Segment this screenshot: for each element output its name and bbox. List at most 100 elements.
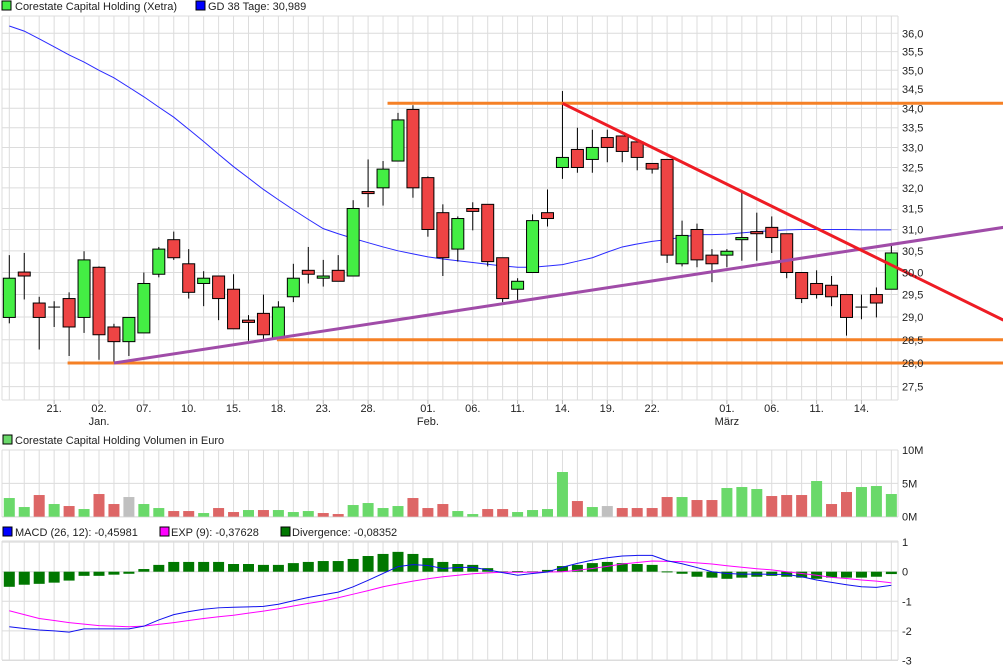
divergence-bar [377,553,389,572]
volume-bar [646,508,658,517]
divergence-bar [108,571,120,575]
legend-label-ma: GD 38 Tage: 30,989 [208,1,306,13]
volume-bar [33,495,45,517]
volume-bar [691,500,703,517]
volume-bar [392,506,404,517]
legend-label-volume: Corestate Capital Holding Volumen in Eur… [15,435,224,447]
volume-bar [213,508,225,517]
date-tick-label: 02. [91,403,106,415]
date-tick-label: 14. [555,403,570,415]
candle-body [346,207,360,277]
candle-body [570,148,584,168]
volume-bar [108,504,120,517]
downtrend-line [561,101,1003,322]
volume-bar [168,511,180,517]
volume-bar [437,504,449,517]
macd-tick-label: 0 [902,567,908,579]
candle-body [182,263,196,293]
macd-legend: MACD (26, 12): -0,45981 EXP (9): -0,3762… [2,526,397,539]
volume-bar [48,504,60,517]
month-label: März [715,416,739,428]
volume-bar [616,508,628,517]
volume-bar [302,511,314,517]
candle-body [750,231,764,235]
volume-bar [661,497,673,517]
macd-line [9,554,892,633]
price-tick-label: 32,5 [902,162,923,174]
divergence-bar [885,571,897,575]
divergence-bar [123,571,135,574]
candle-body [466,207,480,212]
date-tick-label: 22. [645,403,660,415]
candle-body [197,277,211,284]
volume-bar [527,510,539,517]
divergence-bar [691,571,703,577]
price-legend: Corestate Capital Holding (Xetra) GD 38 … [1,0,306,13]
macd-tick-label: -2 [902,626,912,638]
date-tick-label: 07. [136,403,151,415]
candle-body [600,137,614,148]
divergence-bar [138,569,150,572]
candle-body [780,233,794,274]
date-tick-label: 21. [47,403,62,415]
volume-bar [287,512,299,517]
volume-bar [855,487,867,517]
divergence-bar [317,561,329,572]
volume-bar [198,513,210,517]
divergence-bar [168,561,180,572]
volume-bar [153,508,165,517]
price-tick-label: 30,0 [902,268,923,280]
candle-body [167,239,181,259]
candle-body [645,162,659,170]
candle-body [615,135,629,152]
date-tick-label: 18. [271,403,286,415]
candle-body [32,302,46,318]
macd-tick-label: 1 [902,537,908,549]
date-tick-label: 28. [360,403,375,415]
candle-body [825,284,839,298]
divergence-bar [243,564,254,572]
volume-bar [870,486,882,517]
volume-bar [362,503,374,517]
legend-label-price: Corestate Capital Holding (Xetra) [15,1,177,13]
divergence-bar [362,556,374,572]
candle-body [526,220,540,274]
candle-body [107,326,121,343]
price-tick-label: 27,5 [902,382,923,394]
date-tick-label: 19. [600,403,615,415]
legend-label-exp: EXP (9): -0,37628 [171,527,259,539]
candle-body [720,250,734,256]
divergence-bar [198,561,210,572]
candle-body [869,294,883,304]
candle-body [391,119,405,162]
price-tick-label: 33,5 [902,123,923,135]
candle-body [630,141,644,158]
candle-body [421,177,435,230]
volume-bar [317,513,329,517]
candle-body [660,158,674,256]
volume-bar [706,500,718,517]
legend-swatch-price [1,0,12,11]
divergence-bar [437,561,449,572]
price-tick-label: 28,0 [902,358,923,370]
divergence-bar [93,571,105,576]
price-tick-label: 31,5 [902,203,923,215]
price-tick-label: 32,0 [902,183,923,195]
volume-bar [542,509,553,517]
ma38-line [9,25,892,268]
candle-body [376,168,390,189]
volume-bar [243,510,254,517]
date-tick-label: 11. [809,403,823,415]
candle-body [451,218,465,250]
volume-bar [467,514,479,517]
volume-bar [631,508,643,517]
volume-bar [78,509,90,517]
candle-body [884,252,898,290]
divergence-bar [3,571,15,587]
volume-bar [18,507,30,517]
candle-body [690,228,704,261]
volume-tick-label: 0M [902,512,917,524]
month-label: Feb. [417,416,439,428]
candle-body [77,259,91,318]
grid [1,15,899,661]
